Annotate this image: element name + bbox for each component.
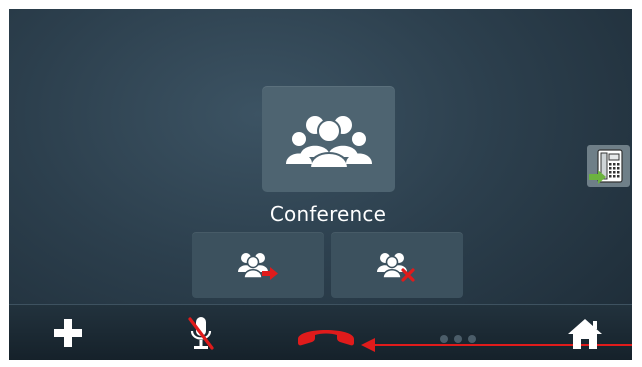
home-icon <box>568 319 602 349</box>
add-call-button[interactable] <box>39 305 99 360</box>
conference-label: Conference <box>269 202 387 226</box>
remove-party-icon <box>377 253 415 282</box>
conference-group-icon <box>286 116 372 169</box>
mute-button[interactable] <box>169 305 229 360</box>
call-transfer-button[interactable] <box>587 145 630 187</box>
add-party-button[interactable] <box>192 232 324 298</box>
end-call-handset-icon <box>298 330 354 346</box>
pager-dot <box>440 335 448 343</box>
call-transfer-icon <box>589 149 623 184</box>
microphone-muted-icon <box>188 317 214 350</box>
bottom-toolbar <box>9 304 632 360</box>
conference-tile[interactable] <box>262 86 395 192</box>
pager-dot <box>468 335 476 343</box>
home-button[interactable] <box>555 305 615 360</box>
call-screen: Conference <box>9 9 632 360</box>
end-call-button[interactable] <box>289 305 363 360</box>
pager-dot <box>454 335 462 343</box>
plus-icon <box>54 319 82 347</box>
remove-party-button[interactable] <box>331 232 463 298</box>
add-party-icon <box>238 253 278 280</box>
